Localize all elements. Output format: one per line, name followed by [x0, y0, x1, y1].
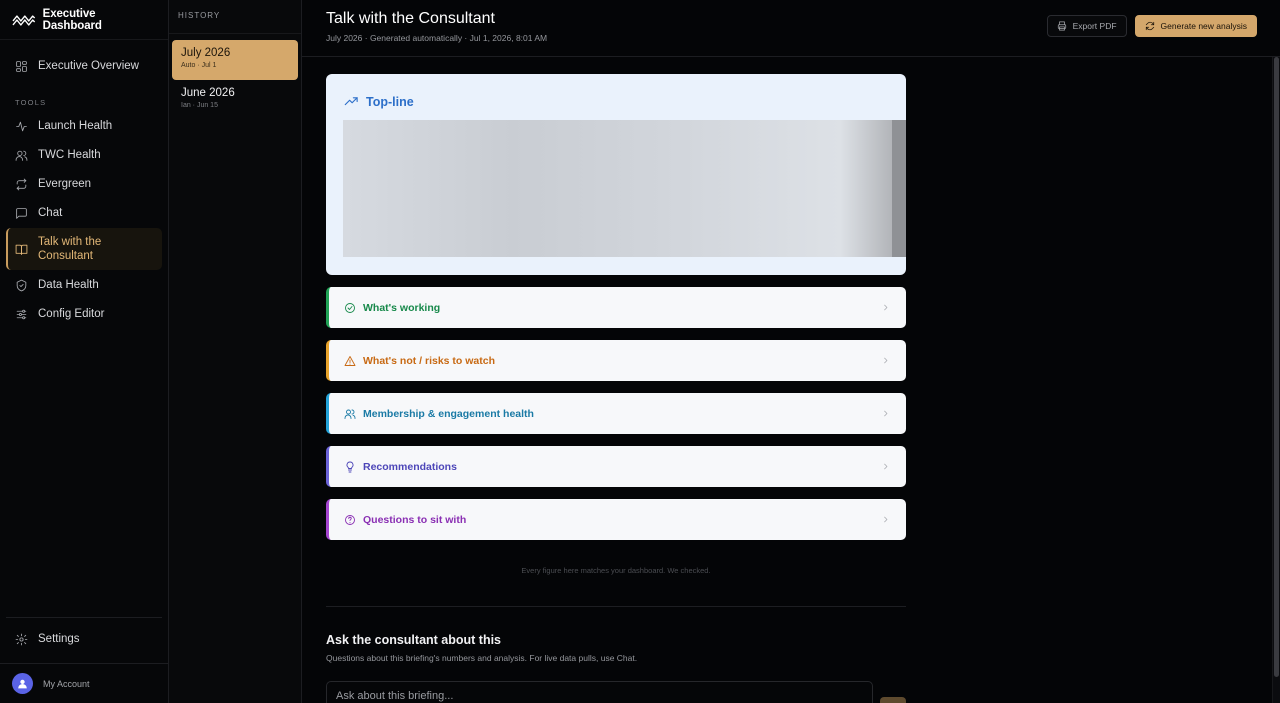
- lightbulb-icon: [344, 461, 356, 473]
- ask-input[interactable]: [326, 681, 873, 703]
- sidebar-item-label: Data Health: [38, 279, 99, 291]
- sidebar-item-label: Settings: [38, 633, 80, 645]
- sidebar-item-label: Talk with the Consultant: [38, 235, 102, 263]
- sidebar-item-launch-health[interactable]: Launch Health: [6, 112, 162, 140]
- sidebar-item-label: Chat: [38, 207, 63, 219]
- sidebar-item-label: Executive Overview: [38, 60, 139, 72]
- sidebar-item-label: Evergreen: [38, 178, 92, 190]
- topline-card: Top-line: [326, 74, 906, 275]
- sidebar: Executive Dashboard Executive Overview T…: [0, 0, 169, 703]
- check-circle-icon: [344, 302, 356, 314]
- topline-title: Top-line: [366, 94, 414, 109]
- ask-row: [326, 681, 906, 703]
- warning-icon: [344, 355, 356, 367]
- sidebar-item-executive-overview[interactable]: Executive Overview: [6, 52, 162, 80]
- brand[interactable]: Executive Dashboard: [0, 0, 168, 40]
- section-label: Questions to sit with: [363, 513, 467, 526]
- avatar: [12, 673, 33, 694]
- page-title: Talk with the Consultant: [326, 10, 495, 27]
- users-icon: [344, 408, 356, 420]
- refresh-icon: [1145, 21, 1154, 31]
- section-questions[interactable]: Questions to sit with: [326, 499, 906, 540]
- chevron-right-icon: [881, 462, 890, 471]
- account-menu[interactable]: My Account: [0, 663, 168, 703]
- account-label: My Account: [43, 678, 90, 689]
- section-whats-working[interactable]: What's working: [326, 287, 906, 328]
- sliders-icon: [16, 309, 27, 319]
- question-circle-icon: [344, 514, 356, 526]
- sidebar-item-settings[interactable]: Settings: [6, 625, 162, 653]
- scrollbar[interactable]: [1272, 57, 1280, 703]
- history-item-june-2026[interactable]: June 2026 Ian · Jun 15: [172, 80, 298, 120]
- chevron-right-icon: [881, 409, 890, 418]
- sidebar-item-twc-health[interactable]: TWC Health: [6, 141, 162, 169]
- grid-icon: [16, 60, 27, 72]
- section-membership-engagement[interactable]: Membership & engagement health: [326, 393, 906, 434]
- briefing-content: Top-line What's working What's not / ris…: [326, 74, 906, 703]
- history-item-meta: Auto · Jul 1: [181, 62, 217, 69]
- ask-title: Ask the consultant about this: [326, 633, 502, 647]
- sidebar-nav: Executive Overview TOOLS Launch Health T…: [0, 40, 168, 617]
- sidebar-item-chat[interactable]: Chat: [6, 199, 162, 227]
- section-label: Recommendations: [363, 460, 457, 473]
- history-item-title: June 2026: [181, 87, 235, 99]
- users-icon: [15, 150, 28, 161]
- sidebar-item-data-health[interactable]: Data Health: [6, 271, 162, 299]
- gear-icon: [15, 633, 28, 645]
- section-risks[interactable]: What's not / risks to watch: [326, 340, 906, 381]
- divider: [326, 606, 906, 607]
- generate-analysis-button[interactable]: Generate new analysis: [1134, 15, 1257, 37]
- sidebar-bottom: Settings: [6, 617, 162, 654]
- brand-title: Executive Dashboard: [42, 7, 102, 32]
- brand-logo-icon: [12, 14, 36, 26]
- history-item-meta: Ian · Jun 15: [181, 102, 218, 109]
- sidebar-item-talk-with-consultant[interactable]: Talk with the Consultant: [6, 228, 162, 270]
- verification-footnote: Every figure here matches your dashboard…: [521, 566, 711, 575]
- redacted-content: [343, 120, 906, 257]
- page-subtitle: July 2026 · Generated automatically · Ju…: [326, 33, 548, 43]
- history-header: HISTORY: [169, 0, 301, 34]
- sidebar-item-label: Launch Health: [38, 120, 113, 132]
- chevron-right-icon: [881, 356, 890, 365]
- sidebar-item-label: TWC Health: [38, 149, 101, 161]
- send-button[interactable]: [880, 697, 906, 703]
- section-label: What's working: [363, 301, 441, 314]
- user-icon: [18, 679, 27, 689]
- app-root: Executive Dashboard Executive Overview T…: [0, 0, 1280, 703]
- export-pdf-label: Export PDF: [1072, 21, 1117, 31]
- sidebar-item-evergreen[interactable]: Evergreen: [6, 170, 162, 198]
- section-recommendations[interactable]: Recommendations: [326, 446, 906, 487]
- history-item-july-2026[interactable]: July 2026 Auto · Jul 1: [172, 40, 298, 80]
- history-item-title: July 2026: [181, 47, 231, 59]
- ask-subtitle: Questions about this briefing's numbers …: [326, 653, 638, 663]
- tools-section-label: TOOLS: [15, 98, 47, 107]
- chevron-right-icon: [881, 303, 890, 312]
- header-actions: Export PDF Generate new analysis: [1046, 10, 1257, 56]
- main-content: Talk with the Consultant July 2026 · Gen…: [302, 0, 1280, 703]
- chevron-right-icon: [881, 515, 890, 524]
- trending-up-icon: [344, 97, 358, 106]
- generate-analysis-label: Generate new analysis: [1160, 21, 1247, 31]
- page-header: Talk with the Consultant July 2026 · Gen…: [302, 0, 1280, 57]
- sidebar-item-label: Config Editor: [38, 308, 105, 320]
- section-label: Membership & engagement health: [363, 407, 534, 420]
- scrollbar-thumb[interactable]: [1274, 57, 1279, 677]
- history-panel: HISTORY July 2026 Auto · Jul 1 June 2026…: [169, 0, 302, 703]
- activity-icon: [16, 121, 27, 131]
- export-pdf-button[interactable]: Export PDF: [1046, 15, 1127, 37]
- sidebar-item-config-editor[interactable]: Config Editor: [6, 300, 162, 328]
- topline-header: Top-line: [344, 94, 888, 109]
- section-label: What's not / risks to watch: [363, 354, 496, 367]
- repeat-icon: [16, 178, 27, 190]
- chat-icon: [16, 207, 27, 219]
- history-list: July 2026 Auto · Jul 1 June 2026 Ian · J…: [169, 34, 301, 120]
- printer-icon: [1057, 21, 1066, 31]
- shield-icon: [16, 279, 27, 291]
- book-icon: [15, 244, 28, 255]
